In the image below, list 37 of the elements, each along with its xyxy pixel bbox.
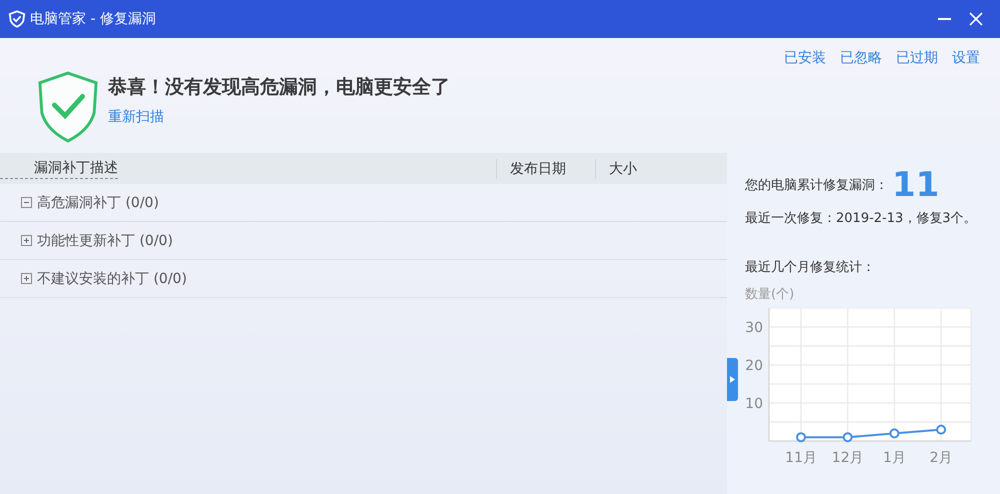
collapse-icon[interactable] bbox=[21, 197, 32, 208]
x-tick-label: 2月 bbox=[930, 450, 953, 466]
window-title: 电脑管家 - 修复漏洞 bbox=[30, 10, 156, 28]
x-tick-label: 1月 bbox=[882, 450, 906, 466]
x-tick-label: 12月 bbox=[832, 450, 864, 466]
x-tick-label: 11月 bbox=[785, 450, 817, 466]
expand-icon[interactable] bbox=[21, 273, 32, 284]
data-point bbox=[842, 432, 853, 442]
y-tick-label: 10 bbox=[745, 396, 763, 412]
y-tick-label: 30 bbox=[745, 320, 763, 336]
column-header[interactable]: 发布日期 bbox=[496, 158, 595, 178]
shield-logo-icon bbox=[8, 10, 26, 28]
close-icon bbox=[969, 12, 983, 26]
column-header[interactable]: 大小 bbox=[595, 158, 709, 178]
status-message: 恭喜！没有发现高危漏洞，电脑更安全了 bbox=[108, 75, 450, 100]
stats-title: 最近几个月修复统计： bbox=[745, 259, 876, 276]
triangle-icon bbox=[730, 376, 735, 383]
panel-toggle-button[interactable] bbox=[727, 358, 738, 401]
header-link[interactable]: 已忽略 bbox=[840, 49, 882, 67]
patch-group-label[interactable]: 不建议安装的补丁 (0/0) bbox=[37, 270, 187, 288]
header-link[interactable]: 已过期 bbox=[896, 49, 938, 67]
total-count: 11 bbox=[892, 168, 940, 202]
rescan-link[interactable]: 重新扫描 bbox=[108, 108, 164, 126]
y-tick-label: 20 bbox=[745, 358, 763, 374]
data-point bbox=[796, 432, 806, 442]
last-fix-text: 最近一次修复：2019-2-13，修复3个。 bbox=[745, 210, 978, 227]
patch-group-label[interactable]: 高危漏洞补丁 (0/0) bbox=[37, 194, 159, 212]
header-link[interactable]: 已安装 bbox=[784, 49, 826, 67]
column-header[interactable]: 漏洞补丁描述 bbox=[0, 158, 118, 178]
data-point bbox=[936, 424, 946, 435]
axis-title: 数量(个) bbox=[745, 286, 796, 303]
patch-group-label[interactable]: 功能性更新补丁 (0/0) bbox=[37, 232, 173, 250]
data-point bbox=[889, 428, 900, 438]
shield-check-icon bbox=[37, 70, 99, 144]
expand-icon[interactable] bbox=[21, 235, 32, 246]
total-label: 您的电脑累计修复漏洞： bbox=[745, 177, 888, 194]
header-link[interactable]: 设置 bbox=[952, 49, 980, 67]
